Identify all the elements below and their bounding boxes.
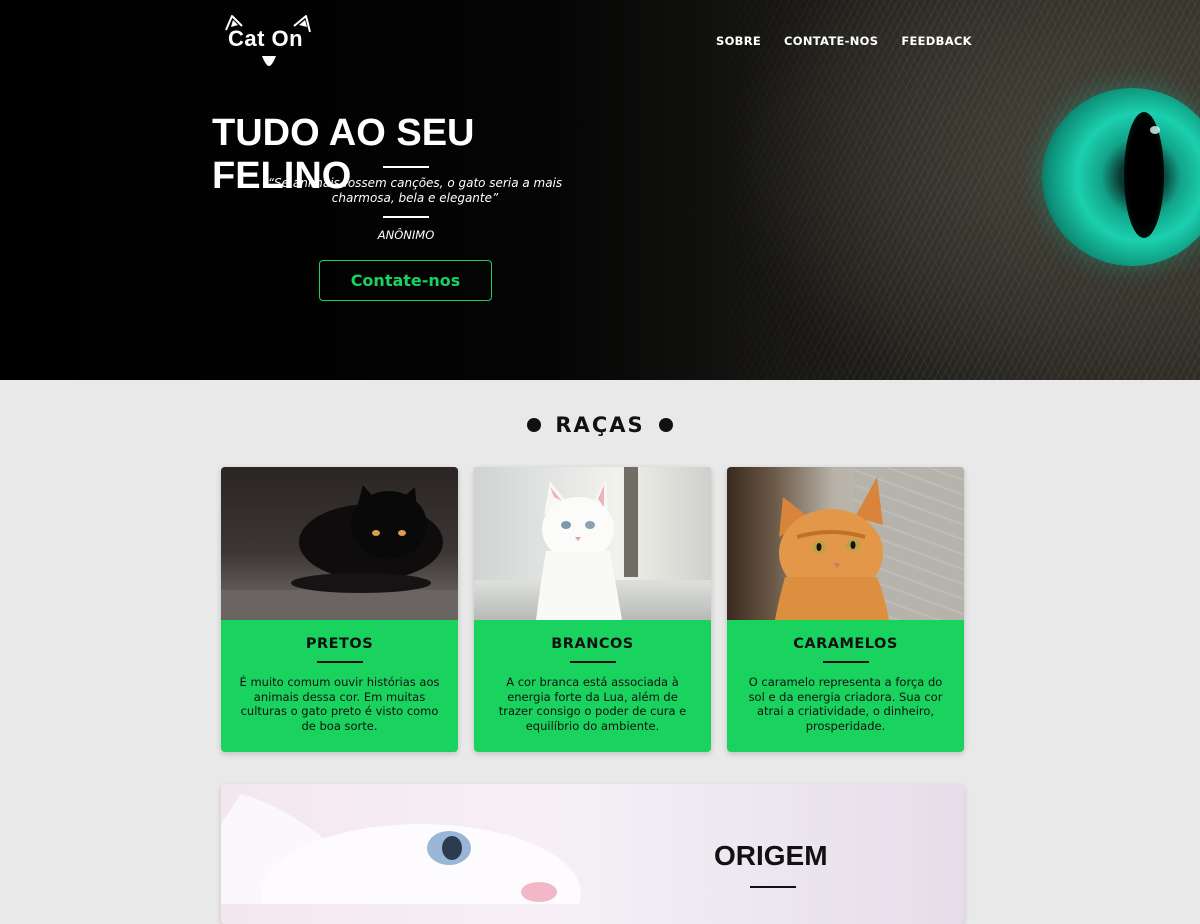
section-title: RAÇAS <box>555 413 645 437</box>
white-cat-banner-image <box>221 794 581 904</box>
card-divider <box>569 661 616 663</box>
breed-card-pretos[interactable]: PRETOS É muito comum ouvir histórias aos… <box>221 467 458 752</box>
hero-divider-bottom <box>383 216 429 218</box>
hero-quote: “Se animais fossem canções, o gato seria… <box>267 176 563 205</box>
card-divider <box>316 661 363 663</box>
nav-link-sobre[interactable]: SOBRE <box>716 34 761 48</box>
nav-link-feedback[interactable]: FEEDBACK <box>901 34 972 48</box>
eye-glint <box>1150 126 1160 134</box>
white-cat-image <box>474 467 711 620</box>
card-description: O caramelo representa a força do sol e d… <box>748 675 943 733</box>
black-cat-image <box>221 467 458 620</box>
contact-cta-button[interactable]: Contate-nos <box>319 260 492 301</box>
bullet-dot-icon <box>527 418 542 432</box>
breed-card-caramelos[interactable]: CARAMELOS O caramelo representa a força … <box>727 467 964 752</box>
bullet-dot-icon <box>658 418 673 432</box>
breed-cards: PRETOS É muito comum ouvir histórias aos… <box>221 467 964 752</box>
main-nav: SOBRE CONTATE-NOS FEEDBACK <box>716 34 995 48</box>
origem-title: ORIGEM <box>714 840 828 871</box>
card-divider <box>822 661 869 663</box>
cat-nose-icon <box>262 56 276 66</box>
card-body: PRETOS É muito comum ouvir histórias aos… <box>221 620 458 752</box>
hero-divider-top <box>383 166 429 168</box>
site-logo[interactable]: Cat On <box>222 14 318 68</box>
card-description: É muito comum ouvir histórias aos animai… <box>239 675 440 733</box>
origem-section: ORIGEM <box>221 784 964 924</box>
section-heading: RAÇAS <box>0 410 1200 440</box>
card-body: CARAMELOS O caramelo representa a força … <box>727 620 964 752</box>
card-title: BRANCOS <box>551 636 634 652</box>
origem-divider <box>750 886 796 888</box>
card-description: A cor branca está associada à energia fo… <box>498 675 687 733</box>
card-body: BRANCOS A cor branca está associada à en… <box>474 620 711 752</box>
card-title: CARAMELOS <box>793 636 898 652</box>
hero-section: Cat On SOBRE CONTATE-NOS FEEDBACK TUDO A… <box>0 0 1200 380</box>
breed-card-brancos[interactable]: BRANCOS A cor branca está associada à en… <box>474 467 711 752</box>
card-title: PRETOS <box>305 636 374 652</box>
ginger-cat-image <box>727 467 964 620</box>
logo-text: Cat On <box>228 26 304 51</box>
nav-link-contate-nos[interactable]: CONTATE-NOS <box>784 34 878 48</box>
hero-quote-author: ANÔNIMO <box>377 228 435 242</box>
